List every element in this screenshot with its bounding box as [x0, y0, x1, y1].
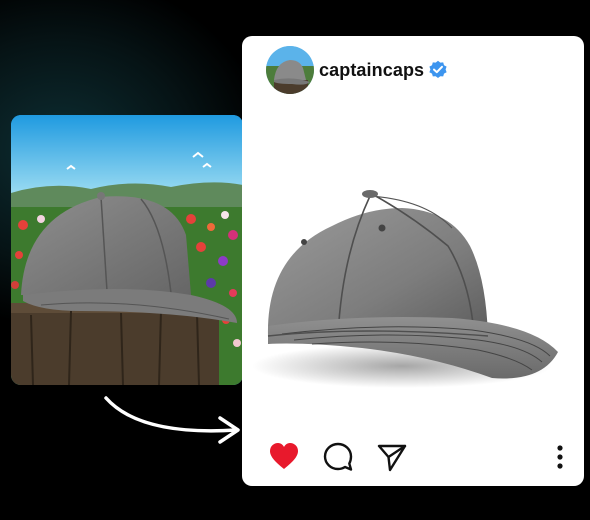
transform-arrow-icon — [104, 396, 240, 444]
post-image[interactable] — [242, 186, 584, 426]
post-actions — [242, 441, 584, 477]
social-post-card: captaincaps — [242, 36, 584, 486]
more-vertical-icon[interactable] — [544, 441, 576, 473]
comment-icon[interactable] — [322, 441, 354, 473]
avatar[interactable] — [266, 46, 314, 94]
verified-badge-icon — [429, 60, 447, 78]
send-icon[interactable] — [376, 441, 408, 473]
original-photo — [11, 115, 243, 385]
canvas: captaincaps — [0, 0, 590, 520]
heart-icon[interactable] — [268, 441, 300, 473]
post-header: captaincaps — [266, 46, 448, 94]
username[interactable]: captaincaps — [319, 60, 424, 81]
